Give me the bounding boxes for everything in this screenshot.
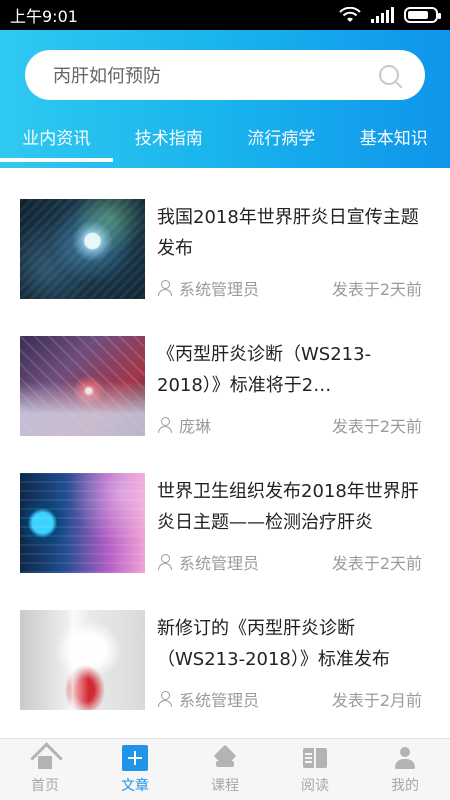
nav-label: 我的 [391,777,419,794]
article-title: 世界卫生组织发布2018年世界肝炎日主题——检测治疗肝炎 [157,481,419,533]
user-icon [157,417,173,433]
wifi-icon [339,6,361,23]
publish-time: 发表于2天前 [331,280,422,299]
publish-time: 发表于2月前 [331,691,422,710]
article-thumbnail [20,199,145,299]
header: 丙肝如何预防 业内资讯 技术指南 流行病学 基本知识 [0,30,450,168]
tab-industry-news[interactable]: 业内资讯 [0,121,113,162]
article-title: 《丙型肝炎诊断（WS213-2018）》标准将于2… [157,344,372,396]
nav-label: 阅读 [301,777,329,794]
layers-icon [212,745,238,771]
tab-label: 业内资讯 [22,128,91,149]
author-name: 系统管理员 [179,280,260,299]
nav-me[interactable]: 我的 [360,739,450,800]
article-author: 系统管理员 [157,687,259,711]
nav-label: 文章 [121,777,149,794]
article-thumbnail [20,336,145,436]
article-meta: 庞琳 发表于2天前 [157,413,422,437]
author-name: 系统管理员 [179,554,260,573]
search-icon[interactable] [379,65,399,85]
nav-courses[interactable]: 课程 [180,739,270,800]
article-author: 系统管理员 [157,550,259,574]
tab-epidemiology[interactable]: 流行病学 [225,121,338,161]
tab-technical-guide[interactable]: 技术指南 [113,121,226,161]
article-item[interactable]: 《丙型肝炎诊断（WS213-2018）》标准将于2… 庞琳 发表于2天前 [0,336,450,473]
article-thumbnail [20,473,145,573]
nav-home[interactable]: 首页 [0,739,90,800]
category-tabs: 业内资讯 技术指南 流行病学 基本知识 [0,121,450,162]
article-item[interactable]: 世界卫生组织发布2018年世界肝炎日主题——检测治疗肝炎 系统管理员 发表于2天… [0,473,450,610]
article-author: 庞琳 [157,413,211,437]
home-icon [32,745,58,771]
user-icon [157,554,173,570]
user-icon [392,745,418,771]
publish-time: 发表于2天前 [331,554,422,573]
tab-basic-knowledge[interactable]: 基本知识 [338,121,450,161]
status-time: 上午9:01 [10,7,78,26]
bottom-navigation: 首页 文章 课程 阅读 我的 [0,738,450,800]
user-icon [157,280,173,296]
search-bar[interactable]: 丙肝如何预防 [25,50,425,100]
nav-reading[interactable]: 阅读 [270,739,360,800]
tab-label: 流行病学 [247,128,316,149]
article-title: 新修订的《丙型肝炎诊断（WS213-2018）》标准发布 [157,618,390,670]
status-icons [339,6,441,23]
nav-label: 课程 [211,777,239,794]
battery-icon [404,7,441,23]
publish-time: 发表于2天前 [331,417,422,436]
article-meta: 系统管理员 发表于2月前 [157,687,422,711]
article-icon [122,744,148,771]
search-input[interactable]: 丙肝如何预防 [53,62,161,88]
tab-label: 技术指南 [134,128,203,149]
article-author: 系统管理员 [157,276,259,300]
article-item[interactable]: 我国2018年世界肝炎日宣传主题发布 系统管理员 发表于2天前 [0,199,450,336]
author-name: 系统管理员 [179,691,260,710]
article-thumbnail [20,610,145,710]
tab-label: 基本知识 [359,128,428,149]
nav-label: 首页 [31,777,59,794]
author-name: 庞琳 [179,417,212,436]
article-meta: 系统管理员 发表于2天前 [157,276,422,300]
nav-articles[interactable]: 文章 [90,739,180,800]
user-icon [157,691,173,707]
book-icon [302,745,328,771]
article-meta: 系统管理员 发表于2天前 [157,550,422,574]
article-item[interactable]: 新修订的《丙型肝炎诊断（WS213-2018）》标准发布 系统管理员 发表于2月… [0,610,450,747]
article-list: 我国2018年世界肝炎日宣传主题发布 系统管理员 发表于2天前 《丙型肝炎诊断（… [0,168,450,738]
article-title: 我国2018年世界肝炎日宣传主题发布 [157,207,419,259]
status-bar: 上午9:01 [0,0,450,30]
signal-icon [371,7,394,23]
